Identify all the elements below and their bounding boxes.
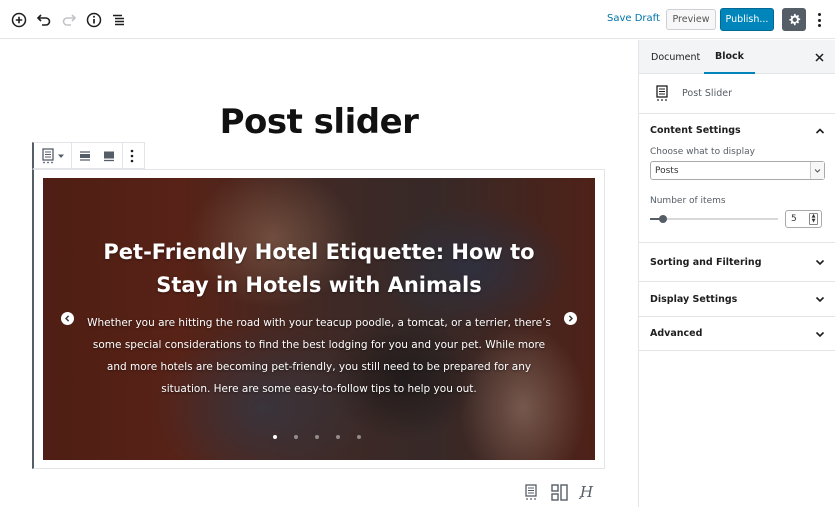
slider-thumb[interactable] [658, 215, 667, 223]
panel-content-settings: Content Settings Choose what to display … [639, 114, 835, 243]
kebab-icon-dot [817, 18, 821, 22]
caret-down-icon [58, 154, 64, 158]
slider-dot[interactable] [294, 435, 298, 439]
block-type-icon [42, 147, 54, 163]
slider-pagination [273, 435, 361, 439]
slide-title[interactable]: Pet-Friendly Hotel Etiquette: How to Sta… [83, 236, 555, 302]
typography-button[interactable]: H [578, 483, 596, 501]
gear-icon [788, 13, 800, 26]
settings-button[interactable] [782, 8, 806, 31]
info-icon[interactable] [85, 11, 103, 29]
post-title[interactable]: Post slider [0, 102, 638, 142]
more-menu-button[interactable] [812, 10, 826, 30]
more-options-icon [130, 149, 134, 162]
slide: Pet-Friendly Hotel Etiquette: How to Sta… [43, 178, 595, 460]
post-slider[interactable]: Pet-Friendly Hotel Etiquette: How to Sta… [43, 178, 595, 460]
sidebar-tabs: Document Block [639, 40, 835, 74]
save-draft-button[interactable]: Save Draft [607, 13, 660, 24]
panel-title: Content Settings [650, 125, 741, 136]
panel-sorting-toggle[interactable]: Sorting and Filtering [639, 243, 835, 281]
number-items-slider[interactable] [650, 215, 778, 223]
preview-button[interactable]: Preview [666, 9, 716, 30]
panel-advanced-toggle[interactable]: Advanced [639, 317, 835, 350]
outline-icon[interactable] [110, 11, 128, 29]
slider-dot[interactable] [357, 435, 361, 439]
slide-excerpt: Whether you are hitting the road with yo… [87, 317, 551, 395]
editor-canvas: Post slider Pet-Friendly Hotel Etiquette… [0, 40, 638, 507]
slider-prev-button[interactable] [61, 312, 74, 325]
chevron-up-icon [815, 127, 825, 134]
close-sidebar-button[interactable] [813, 51, 825, 63]
redo-icon[interactable] [60, 11, 78, 29]
panel-display-toggle[interactable]: Display Settings [639, 282, 835, 316]
slider-dot[interactable] [315, 435, 319, 439]
chevron-down-icon [815, 296, 825, 303]
kebab-icon-dot [817, 24, 821, 27]
svg-text:H: H [579, 483, 594, 501]
editor-top-toolbar: Save Draft Preview Publish... [0, 0, 835, 39]
panel-sorting-filtering: Sorting and Filtering [639, 243, 835, 282]
chevron-left-icon [65, 315, 70, 322]
stepper-icon[interactable]: ▲ ▼ [809, 213, 818, 225]
chevron-down-icon [814, 169, 821, 173]
chevron-down-icon [815, 259, 825, 266]
choose-display-value: Posts [655, 165, 679, 176]
chevron-right-icon [568, 315, 573, 322]
close-icon [814, 52, 824, 62]
align-full-button[interactable] [100, 143, 118, 168]
number-items-value: 5 [791, 214, 797, 224]
align-wide-button[interactable] [76, 143, 94, 168]
choose-display-label: Choose what to display [650, 147, 755, 157]
list-layout-icon [525, 483, 537, 500]
add-block-icon[interactable] [10, 11, 28, 29]
block-toolbar [32, 142, 145, 169]
panel-display-settings: Display Settings [639, 282, 835, 317]
slider-dot[interactable] [336, 435, 340, 439]
panel-title: Display Settings [650, 293, 738, 305]
align-full-icon [104, 151, 114, 161]
tab-document[interactable]: Document [651, 40, 700, 74]
panel-advanced: Advanced [639, 317, 835, 351]
number-items-input[interactable]: 5 ▲ ▼ [785, 210, 822, 228]
panel-title: Sorting and Filtering [650, 256, 762, 268]
block-card: Post Slider [639, 74, 835, 114]
slider-next-button[interactable] [564, 312, 577, 325]
grid-layout-icon [550, 483, 568, 501]
undo-icon[interactable] [35, 11, 53, 29]
more-options-button[interactable] [127, 143, 137, 168]
number-items-label: Number of items [650, 196, 726, 206]
post-slider-block-icon [656, 85, 668, 101]
block-name: Post Slider [682, 88, 732, 99]
tab-block[interactable]: Block [704, 40, 755, 74]
grid-layout-button[interactable] [550, 483, 568, 501]
kebab-icon-dot [817, 13, 821, 16]
layout-options: H [522, 483, 596, 501]
panel-content-settings-toggle[interactable]: Content Settings [639, 114, 835, 147]
settings-sidebar: Document Block Post Slider Content Setti… [638, 40, 835, 507]
typography-icon: H [578, 483, 594, 501]
panel-title: Advanced [650, 328, 703, 339]
slider-dot[interactable] [273, 435, 277, 439]
choose-display-select[interactable]: Posts [650, 161, 825, 180]
chevron-down-icon [815, 331, 825, 337]
publish-button[interactable]: Publish... [720, 8, 774, 31]
align-wide-icon [80, 150, 90, 161]
list-layout-button[interactable] [522, 483, 540, 501]
block-type-switcher[interactable] [38, 143, 67, 168]
